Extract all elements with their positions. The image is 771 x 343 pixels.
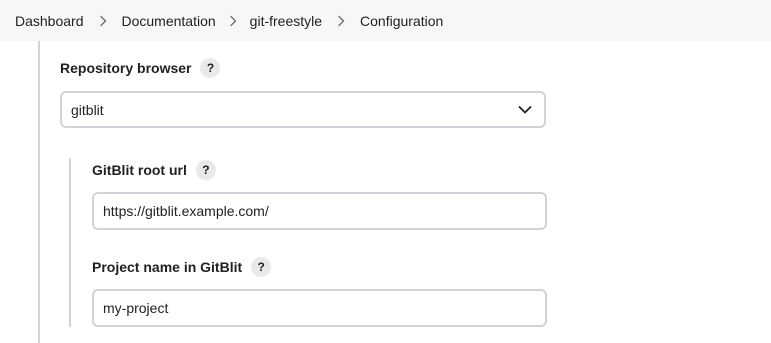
project-name-input[interactable] [92, 289, 547, 327]
chevron-right-icon [216, 15, 250, 27]
chevron-right-icon [84, 15, 122, 27]
gitblit-root-url-input[interactable] [92, 192, 547, 230]
project-name-help-button[interactable]: ? [251, 257, 272, 277]
breadcrumb-dashboard[interactable]: Dashboard [15, 13, 84, 29]
breadcrumb-git-freestyle[interactable]: git-freestyle [250, 13, 322, 29]
repository-browser-select[interactable]: gitblit [60, 91, 546, 128]
breadcrumb: Dashboard Documentation git-freestyle Co… [0, 0, 771, 41]
gitblit-root-url-label: GitBlit root url [92, 162, 187, 178]
repository-browser-label-row: Repository browser ? [60, 58, 221, 78]
gitblit-root-url-label-row: GitBlit root url ? [92, 160, 216, 180]
gitblit-root-url-help-button[interactable]: ? [195, 160, 216, 180]
nested-section-indent-line [69, 158, 71, 327]
repository-browser-selected-value: gitblit [71, 101, 104, 118]
chevron-right-icon [322, 15, 360, 27]
repository-browser-label: Repository browser [60, 60, 192, 76]
repository-browser-help-button[interactable]: ? [200, 58, 221, 78]
chevron-down-icon [518, 105, 532, 114]
project-name-label: Project name in GitBlit [92, 259, 243, 275]
section-indent-line [38, 41, 40, 343]
breadcrumb-configuration[interactable]: Configuration [360, 13, 443, 29]
project-name-label-row: Project name in GitBlit ? [92, 257, 272, 277]
breadcrumb-documentation[interactable]: Documentation [122, 13, 216, 29]
